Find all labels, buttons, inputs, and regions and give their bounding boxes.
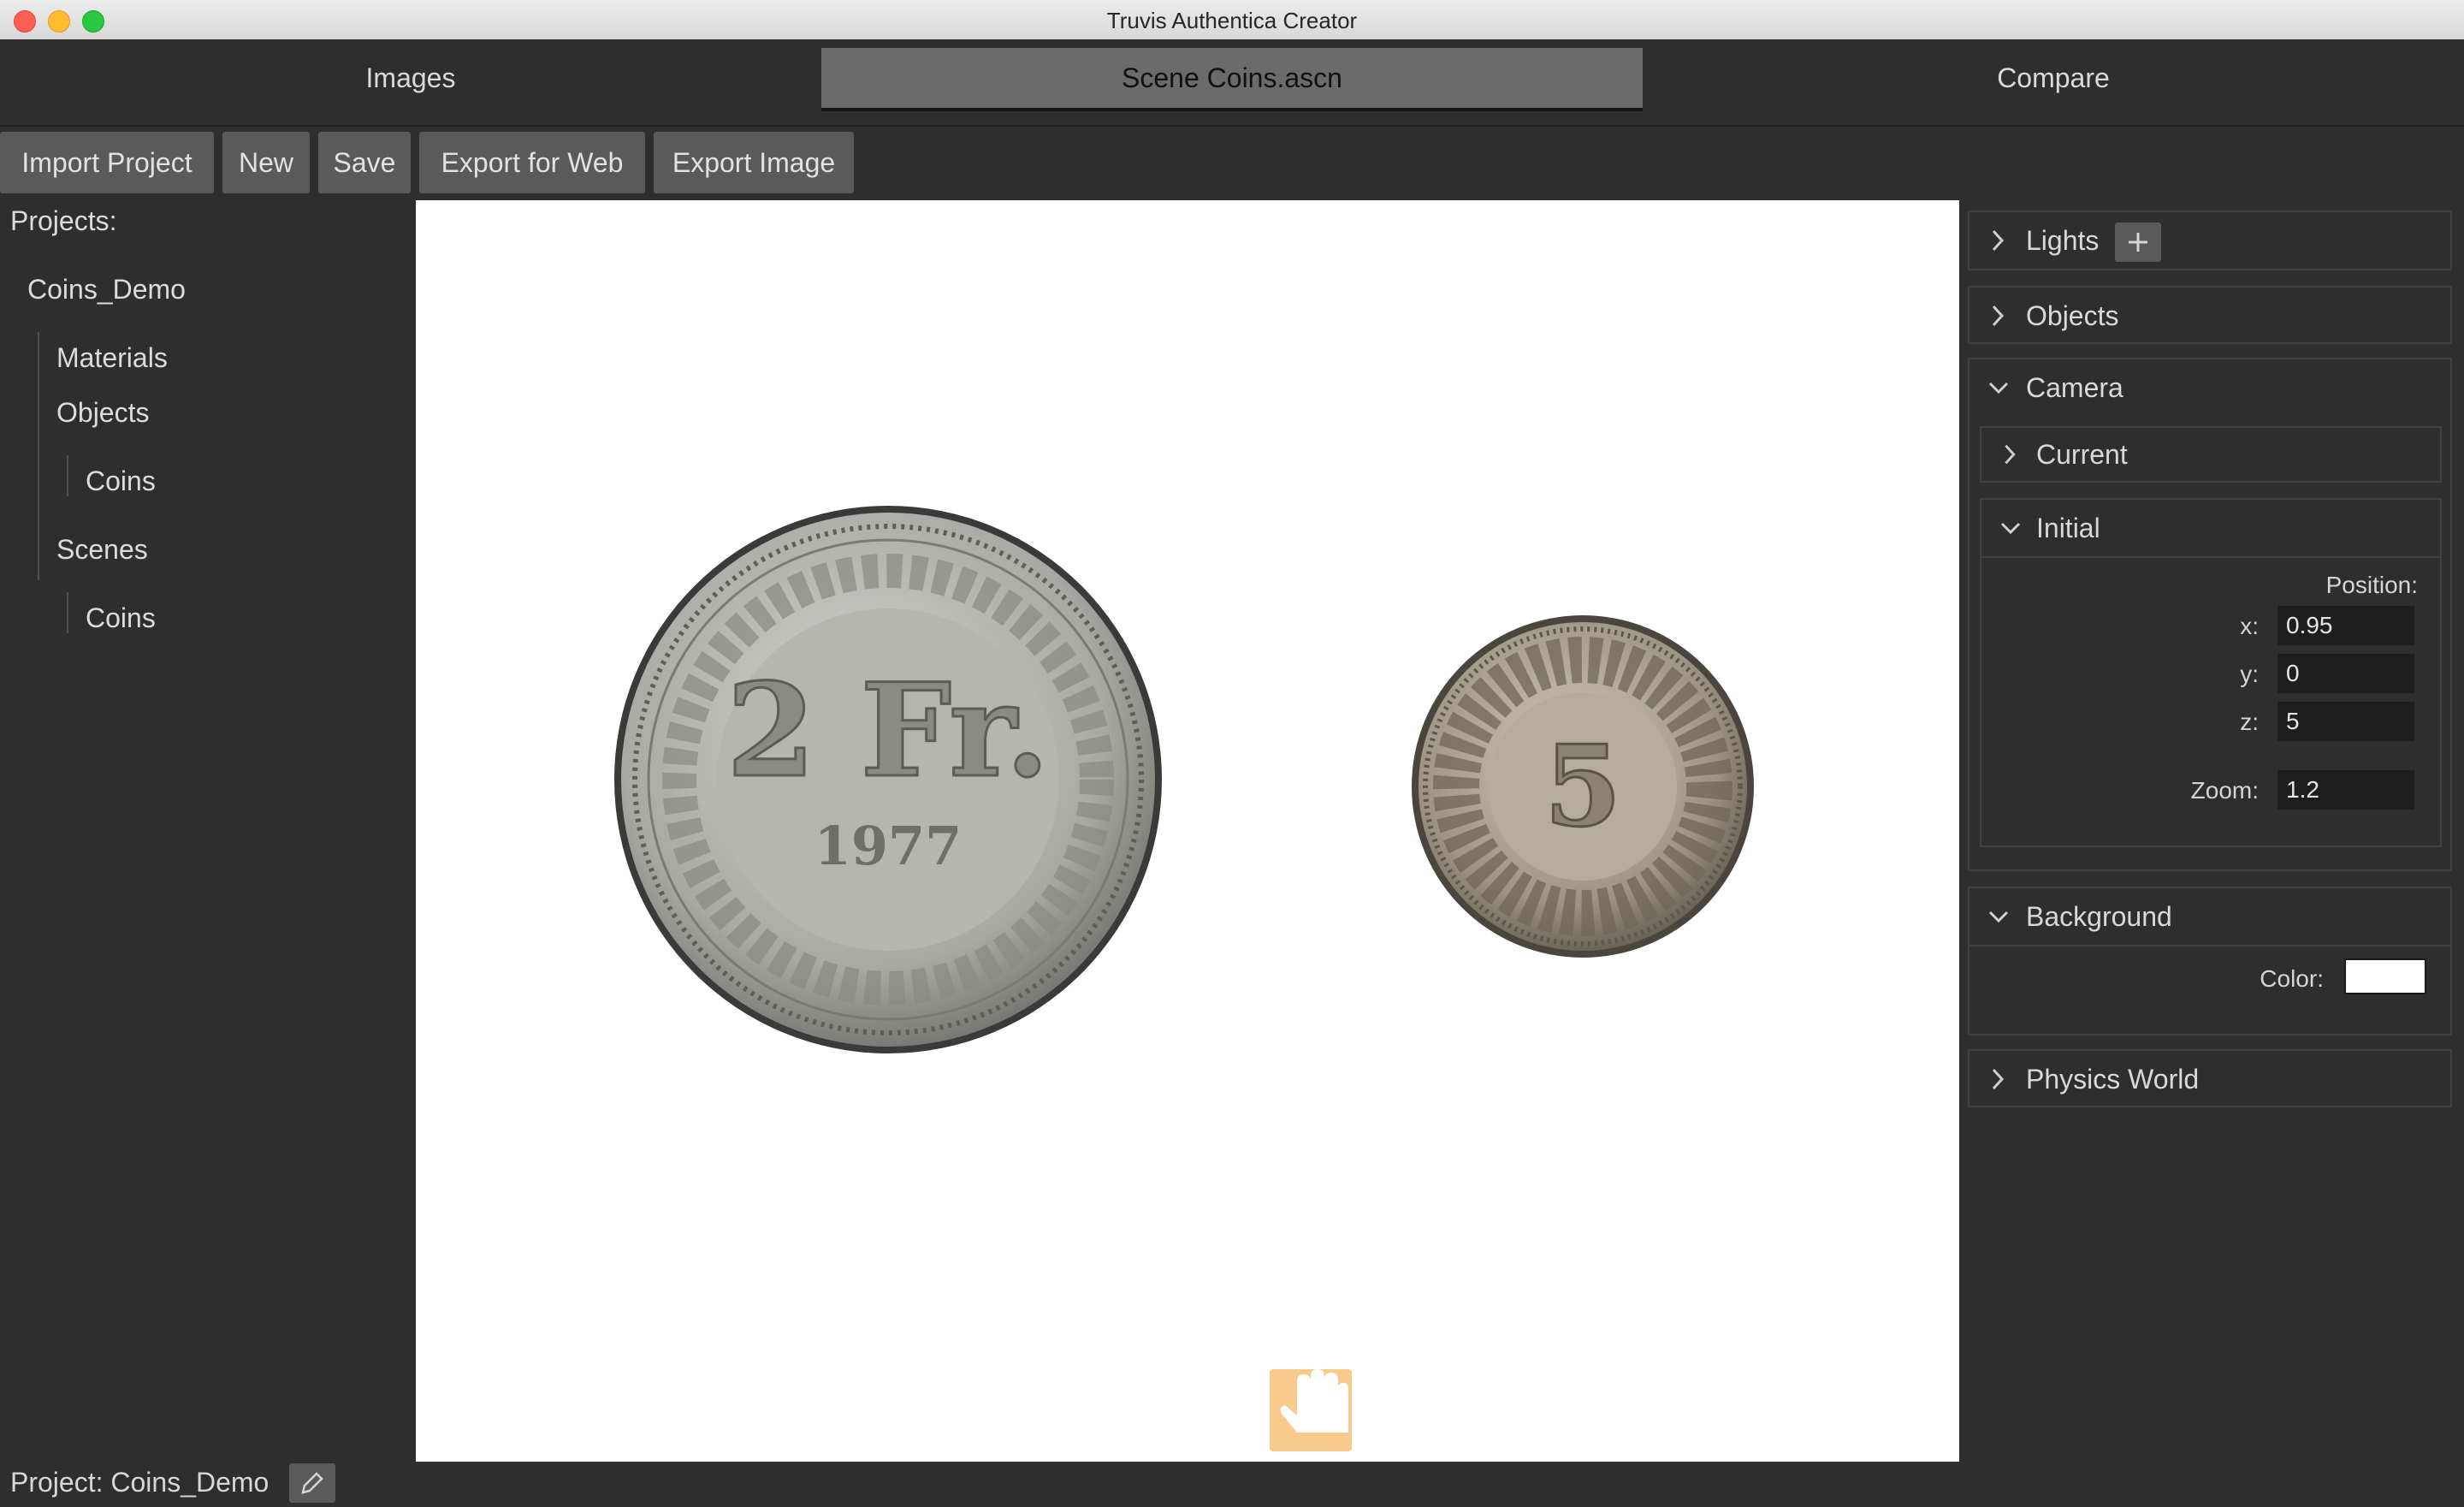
tab-scene[interactable]: Scene Coins.ascn [821,48,1643,111]
current-project-label: Project: Coins_Demo [10,1467,270,1498]
camera-label: Camera [2026,372,2123,403]
physics-world-label: Physics World [2026,1064,2200,1095]
tree-guide-line [67,455,68,496]
camera-zoom-input[interactable]: 1.2 [2277,770,2414,810]
chevron-down-icon [1988,382,2009,395]
pencil-icon [301,1472,323,1494]
plus-icon [2129,233,2147,252]
objects-label: Objects [2026,300,2119,331]
chevron-right-icon [2005,444,2016,465]
tree-item-objects-coins[interactable]: Coins [86,466,156,497]
coin-large-denomination: 2 Fr. [726,656,1050,806]
tab-compare[interactable]: Compare [1643,48,2464,108]
y-label: y: [2240,661,2259,687]
physics-world-panel: Physics World [1968,1049,2452,1107]
lights-label: Lights [2026,225,2100,256]
coin-5-rappen[interactable]: 5 [1412,615,1754,958]
chevron-right-icon [1992,1068,2005,1090]
background-panel-header[interactable]: Background [1969,888,2450,946]
tree-item-project[interactable]: Coins_Demo [27,274,186,306]
chevron-down-icon [2000,522,2021,535]
title-bar: Truvis Authentica Creator [0,0,2464,40]
camera-initial-label: Initial [2036,513,2100,543]
tree-item-scenes-coins[interactable]: Coins [86,602,156,634]
background-label: Background [2026,901,2172,932]
objects-panel: Objects [1968,286,2452,344]
objects-panel-header[interactable]: Objects [1969,288,2450,344]
tree-guide-line [38,332,39,580]
tree-item-objects[interactable]: Objects [56,397,149,429]
camera-x-input[interactable]: 0.95 [2277,606,2414,645]
window-title: Truvis Authentica Creator [1106,8,1358,33]
camera-current-panel[interactable]: Current [1980,426,2442,483]
chevron-right-icon [1992,229,2005,252]
coin-small-denomination: 5 [1544,721,1621,851]
main-tab-bar: Images Scene Coins.ascn Compare [0,39,2464,127]
export-for-web-button[interactable]: Export for Web [419,132,645,193]
coin-2-franc[interactable]: 2 Fr. 1977 [614,506,1162,1053]
camera-current-label: Current [2036,439,2128,470]
status-bar: Project: Coins_Demo [0,1462,2464,1503]
edit-project-button[interactable] [289,1463,335,1503]
tree-item-scenes[interactable]: Scenes [56,534,148,566]
background-color-swatch[interactable] [2344,958,2426,994]
background-color-label: Color: [2260,965,2324,992]
zoom-label: Zoom: [2190,777,2259,804]
tree-guide-line [67,592,68,633]
z-label: z: [2240,709,2259,735]
camera-panel-header[interactable]: Camera [1969,359,2450,416]
lights-panel-header[interactable]: Lights [1969,212,2450,269]
tree-item-materials[interactable]: Materials [56,342,168,374]
scene-render: 2 Fr. 1977 5 [614,506,1754,1451]
position-label: Position: [2325,572,2418,598]
new-button[interactable]: New [222,132,310,193]
camera-y-input[interactable]: 0 [2277,654,2414,693]
toolbar: Import Project New Save Export for Web E… [0,128,2464,197]
export-image-button[interactable]: Export Image [654,132,854,193]
add-light-button[interactable] [2115,222,2161,262]
project-sidebar: Projects: Coins_Demo Materials Objects C… [0,199,416,1457]
save-button[interactable]: Save [318,132,411,193]
camera-initial-header[interactable]: Initial [1981,500,2440,558]
physics-world-panel-header[interactable]: Physics World [1969,1051,2450,1107]
chevron-down-icon [1988,911,2009,923]
camera-z-input[interactable]: 5 [2277,702,2414,741]
tab-images[interactable]: Images [0,48,821,108]
scene-viewport[interactable]: 2 Fr. 1977 5 [416,200,1959,1462]
hand-pan-icon[interactable] [1270,1369,1352,1451]
coin-large-year: 1977 [814,815,962,877]
import-project-button[interactable]: Import Project [0,132,214,193]
chevron-right-icon [1992,305,2005,327]
x-label: x: [2240,613,2259,639]
projects-heading: Projects: [10,205,117,236]
lights-panel: Lights [1968,211,2452,270]
